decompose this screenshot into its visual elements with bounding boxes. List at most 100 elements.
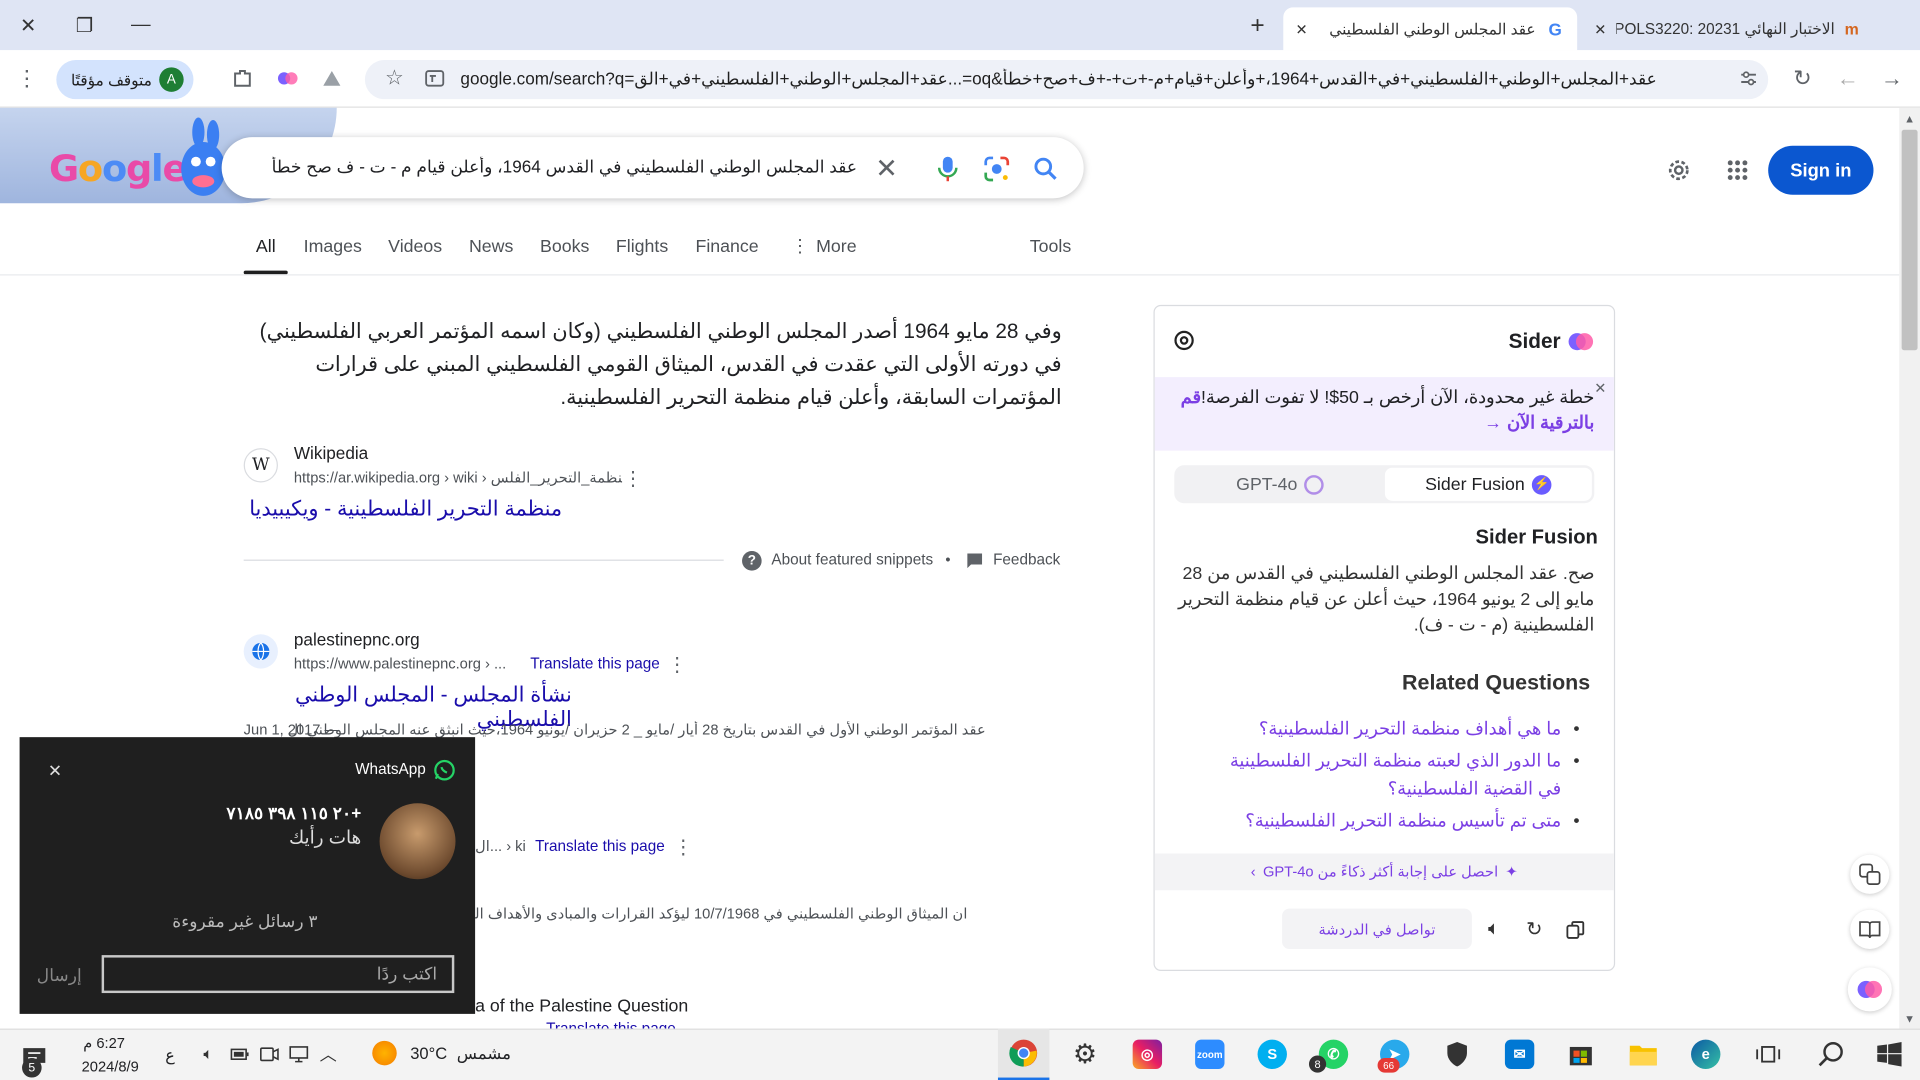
minimize-window-button[interactable]: — <box>113 0 169 50</box>
featured-snippet-text: وفي 28 مايو 1964 أصدر المجلس الوطني الفل… <box>259 319 1062 409</box>
copy-icon[interactable] <box>1564 918 1586 940</box>
related-question[interactable]: • ما هي أهداف منظمة التحرير الفلسطينية؟ <box>1212 716 1580 744</box>
taskbar-start[interactable] <box>1864 1029 1915 1080</box>
featured-snippet-link[interactable]: منظمة التحرير الفلسطينية - ويكيبيديا <box>244 497 562 521</box>
speaker-icon[interactable]: 🔈︎ <box>1483 918 1505 940</box>
close-tab-icon[interactable]: ✕ <box>1296 20 1308 37</box>
taskbar-search[interactable] <box>1805 1029 1856 1080</box>
search-input[interactable]: عقد المجلس الوطني الفلسطيني في القدس 196… <box>245 157 858 181</box>
battery-icon[interactable] <box>228 1042 252 1066</box>
sider-extension-icon[interactable] <box>274 65 301 92</box>
taskbar-instagram[interactable]: ◎ <box>1122 1029 1173 1080</box>
lens-search-icon[interactable] <box>982 154 1011 183</box>
tab-flights[interactable]: Flights <box>616 238 668 258</box>
related-question[interactable]: • متى تم تأسيس منظمة التحرير الفلسطينية؟ <box>1212 808 1579 836</box>
taskbar-mail[interactable]: ✉ <box>1494 1029 1545 1080</box>
taskbar-file-explorer[interactable] <box>1618 1029 1669 1080</box>
model-gpt4o[interactable]: GPT-4o <box>1177 468 1384 501</box>
tab-inactive[interactable]: m الاختبار النهائي POLS3220: 20231 ✕ <box>1582 7 1871 50</box>
avatar: A <box>159 67 184 92</box>
answer-title: Sider Fusion <box>1475 526 1598 549</box>
close-notification-icon[interactable]: ✕ <box>44 759 66 781</box>
tab-images[interactable]: Images <box>304 238 362 258</box>
reply-input[interactable]: اكتب ردًا <box>101 955 455 994</box>
taskbar-store[interactable] <box>1555 1029 1606 1080</box>
tab-active[interactable]: G عقد المجلس الوطني الفلسطيني ✕ <box>1283 7 1578 51</box>
result-menu-icon[interactable]: ⋮ <box>623 468 643 490</box>
volume-icon[interactable]: 🔈︎ <box>196 1042 220 1066</box>
tab-books[interactable]: Books <box>540 238 589 258</box>
site-settings-icon[interactable] <box>1735 65 1762 92</box>
tab-news[interactable]: News <box>469 238 513 258</box>
sider-launcher-icon[interactable] <box>1847 967 1892 1012</box>
reader-tool-icon[interactable] <box>1850 909 1890 949</box>
bookmark-star-icon[interactable]: ☆ <box>381 65 408 92</box>
translate-link[interactable]: Translate this page <box>546 1020 676 1029</box>
settings-gear-icon[interactable] <box>1663 154 1695 186</box>
meet-now-icon[interactable] <box>257 1042 281 1066</box>
voice-search-icon[interactable] <box>933 154 962 183</box>
close-promo-icon[interactable]: ✕ <box>1592 380 1609 397</box>
about-featured-snippets-link[interactable]: About featured snippets <box>771 551 933 568</box>
search-icon[interactable] <box>1031 154 1060 183</box>
apps-grid-icon[interactable] <box>1722 154 1754 186</box>
taskbar-settings[interactable]: ⚙ <box>1059 1029 1110 1080</box>
model-label: Sider Fusion <box>1425 474 1525 495</box>
shield-icon <box>1447 1042 1467 1067</box>
back-arrow-icon[interactable]: → <box>1877 64 1906 93</box>
result-menu-icon[interactable]: ⋮ <box>673 836 693 859</box>
send-button[interactable]: إرسال <box>37 965 82 986</box>
translate-page-icon[interactable] <box>421 65 448 92</box>
clock-date[interactable]: 2024/8/9 <box>73 1058 146 1075</box>
taskbar-security[interactable] <box>1431 1029 1482 1080</box>
tools-button[interactable]: Tools <box>1030 238 1071 258</box>
clear-search-icon[interactable]: ✕ <box>872 153 901 184</box>
clock-time[interactable]: 6:27 م <box>73 1035 134 1052</box>
continue-chat-button[interactable]: تواصل في الدردشة <box>1282 908 1472 949</box>
result-site-name: a of the Palestine Question <box>475 996 689 1017</box>
forward-arrow-icon[interactable]: ← <box>1833 64 1862 93</box>
close-window-button[interactable]: ✕ <box>0 0 56 50</box>
sign-in-button[interactable]: Sign in <box>1768 145 1874 195</box>
scroll-up-icon[interactable]: ▲ <box>1900 110 1918 127</box>
chevron-up-icon[interactable]: ︿ <box>316 1042 340 1066</box>
reload-icon[interactable]: ↻ <box>1788 64 1817 93</box>
translate-link[interactable]: Translate this page <box>530 655 660 672</box>
taskbar-zoom[interactable]: zoom <box>1184 1029 1235 1080</box>
divider <box>0 274 1900 276</box>
close-tab-icon[interactable]: ✕ <box>1594 20 1606 37</box>
new-tab-button[interactable]: + <box>1243 11 1272 40</box>
restore-window-button[interactable]: ❐ <box>56 0 112 50</box>
taskbar-task-view[interactable] <box>1742 1029 1793 1080</box>
scroll-down-icon[interactable]: ▼ <box>1900 1010 1918 1027</box>
feedback-link[interactable]: Feedback <box>993 551 1060 568</box>
input-language[interactable]: ع <box>165 1046 175 1066</box>
result-menu-icon[interactable]: ⋮ <box>667 654 687 676</box>
taskbar-telegram[interactable]: ➤ <box>1369 1029 1420 1080</box>
feedback-icon[interactable] <box>965 551 985 571</box>
settings-gear-icon: ⚙ <box>1072 1038 1097 1069</box>
tab-more-label: More <box>816 237 857 258</box>
translate-tool-icon[interactable] <box>1850 854 1890 894</box>
related-question[interactable]: • ما الدور الذي لعبته منظمة التحرير الفلس… <box>1212 748 1580 804</box>
extensions-icon[interactable] <box>229 65 256 92</box>
model-sider-fusion[interactable]: Sider Fusion ⚡ <box>1384 467 1592 501</box>
scrollbar-thumb[interactable] <box>1901 129 1918 351</box>
tab-all[interactable]: All <box>256 238 276 258</box>
smarter-answer-button[interactable]: ‹ احصل على إجابة أكثر ذكاءً من GPT-4o ✦ <box>1154 853 1614 891</box>
sider-settings-icon[interactable] <box>1172 328 1196 352</box>
weather-text[interactable]: مشمس <box>457 1044 511 1064</box>
taskbar-chrome[interactable] <box>997 1028 1050 1080</box>
tab-more[interactable]: ⋮ More <box>791 238 857 258</box>
tab-videos[interactable]: Videos <box>388 238 442 258</box>
network-icon[interactable] <box>287 1042 311 1066</box>
tab-finance[interactable]: Finance <box>696 238 759 258</box>
profile-button[interactable]: A متوقف مؤقتًا <box>56 60 194 100</box>
weather-temp[interactable]: 30°C <box>410 1044 447 1062</box>
taskbar-edge[interactable]: e <box>1680 1029 1731 1080</box>
taskbar-skype[interactable]: S <box>1247 1029 1298 1080</box>
menu-kebab-icon[interactable]: ⋮ <box>12 64 41 93</box>
regenerate-icon[interactable]: ↻ <box>1523 918 1545 941</box>
extension-icon[interactable] <box>318 65 345 92</box>
translate-link[interactable]: Translate this page <box>535 838 665 855</box>
